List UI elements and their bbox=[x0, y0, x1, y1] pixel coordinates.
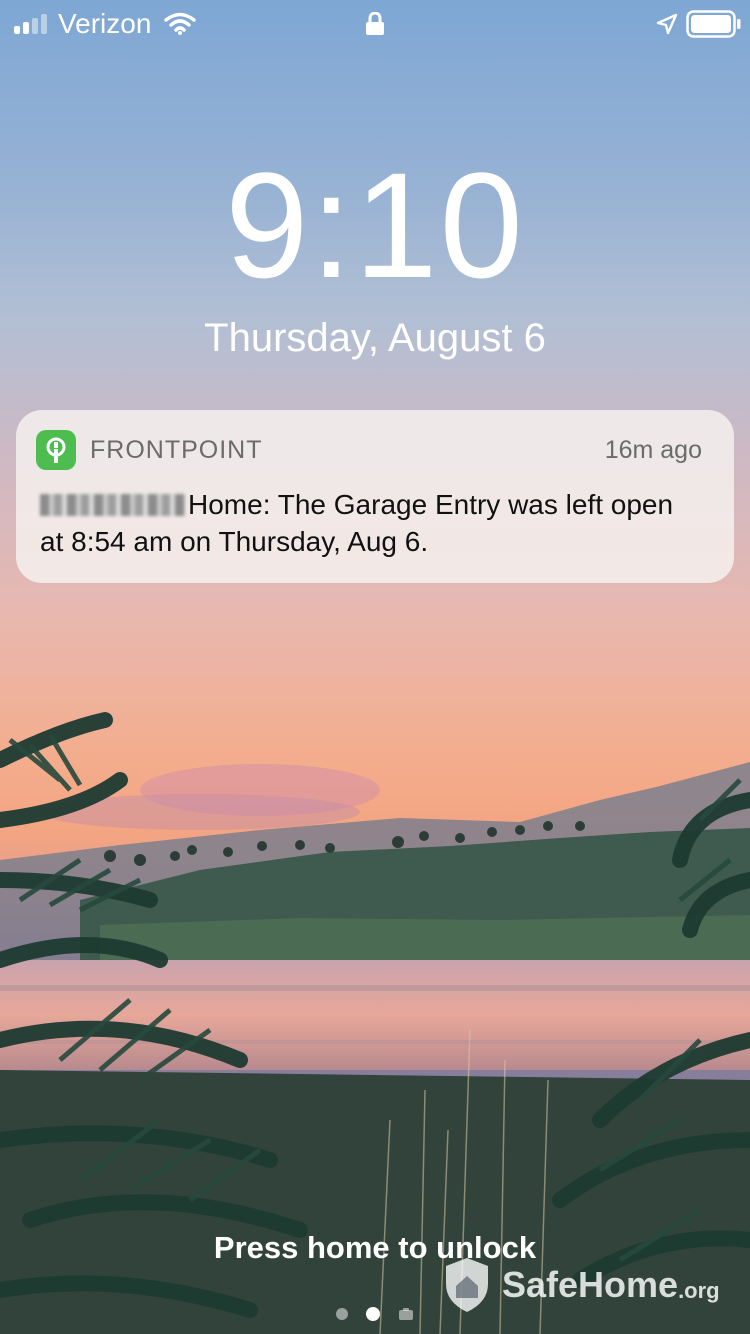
page-dots bbox=[0, 1306, 750, 1322]
camera-dot-icon bbox=[399, 1308, 413, 1320]
status-bar: Verizon bbox=[0, 0, 750, 48]
watermark-tld: .org bbox=[678, 1278, 720, 1303]
notification-time: 16m ago bbox=[604, 436, 702, 464]
frontpoint-app-icon bbox=[36, 430, 76, 470]
location-icon bbox=[656, 13, 678, 35]
redacted-name bbox=[40, 494, 185, 516]
page-dot bbox=[336, 1308, 348, 1320]
lock-screen-time: 9:10 bbox=[225, 141, 525, 309]
carrier-name: Verizon bbox=[58, 8, 152, 39]
wifi-icon bbox=[164, 12, 196, 35]
lock-screen-date: Thursday, August 6 bbox=[204, 316, 546, 360]
signal-icon bbox=[14, 14, 47, 34]
battery-icon bbox=[686, 10, 741, 38]
key-icon bbox=[46, 437, 66, 463]
notification-card[interactable]: FRONTPOINT 16m ago Home: The Garage Entr… bbox=[16, 410, 734, 583]
notification-body: Home: The Garage Entry was left open at … bbox=[40, 486, 680, 560]
lock-icon bbox=[366, 12, 384, 35]
page-dot-active bbox=[366, 1307, 380, 1321]
watermark-brand: SafeHome bbox=[502, 1264, 679, 1305]
notification-app-name: FRONTPOINT bbox=[90, 436, 263, 464]
